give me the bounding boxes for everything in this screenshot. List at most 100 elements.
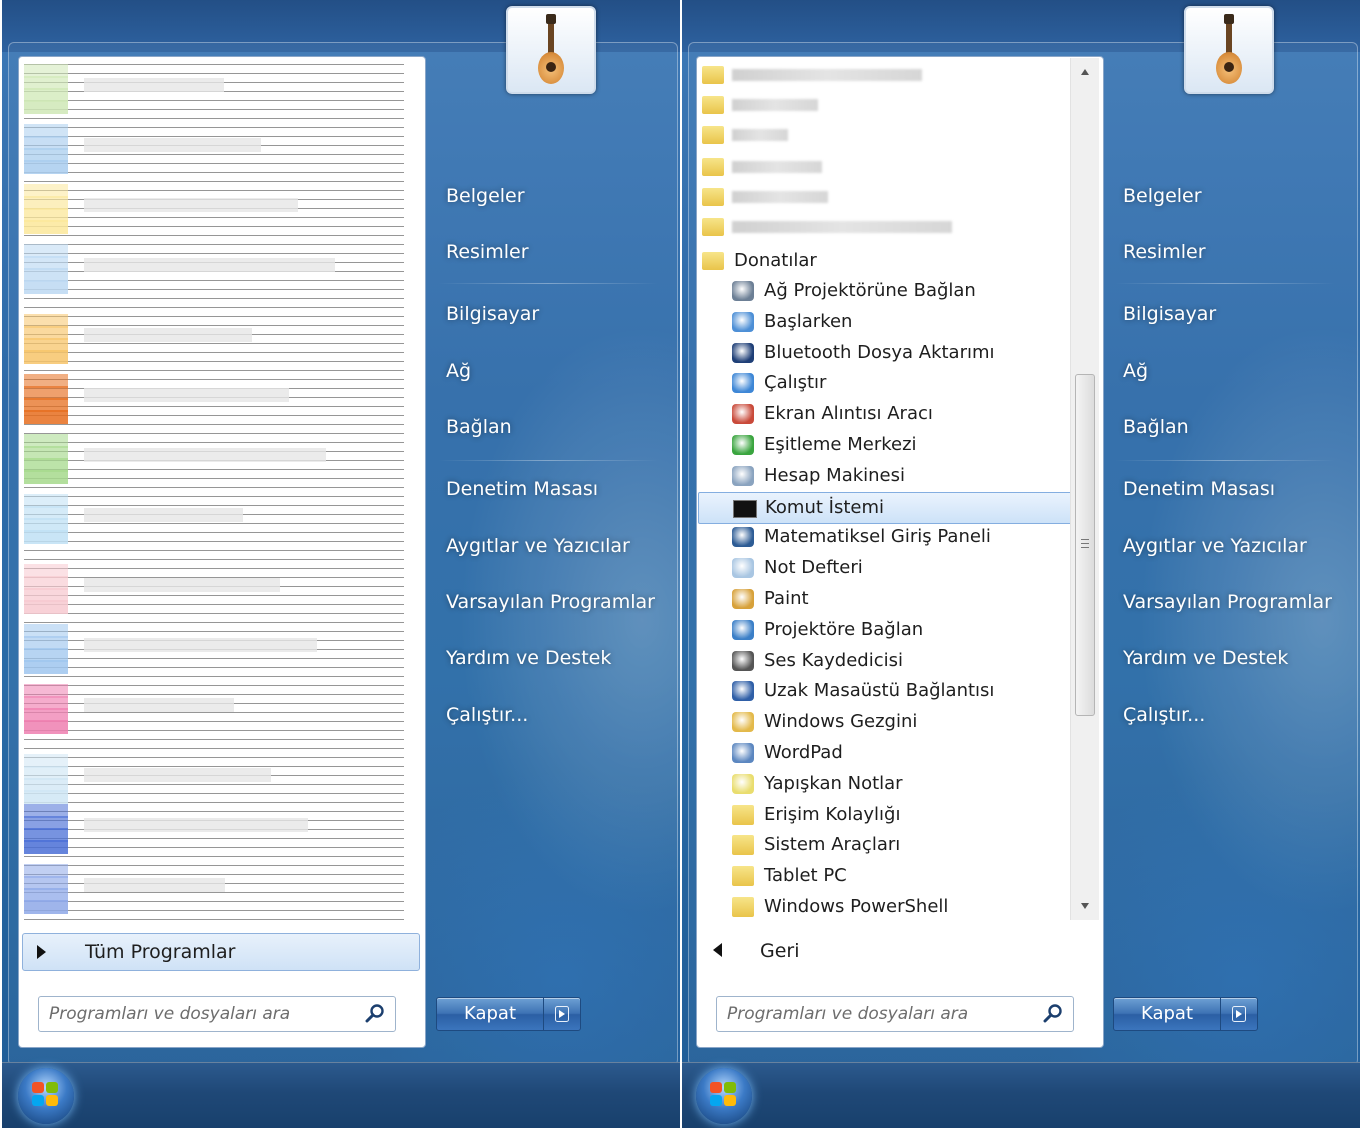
start-link[interactable]: Aygıtlar ve Yazıcılar	[1123, 535, 1307, 557]
program-item[interactable]: Ağ Projektörüne Bağlan	[698, 276, 1070, 306]
program-label: Windows PowerShell	[764, 896, 949, 917]
run-icon	[732, 373, 754, 394]
folder-icon	[702, 218, 724, 236]
all-programs-button[interactable]: Tüm Programlar	[22, 933, 420, 971]
program-item[interactable]: Projektöre Bağlan	[698, 615, 1070, 645]
search-box[interactable]	[38, 996, 396, 1032]
start-button[interactable]	[18, 1068, 74, 1124]
shutdown-options-button[interactable]	[1220, 997, 1258, 1031]
folder-icon	[732, 866, 754, 887]
search-icon[interactable]	[365, 1003, 385, 1023]
program-label: Uzak Masaüstü Bağlantısı	[764, 680, 995, 702]
calculator-icon	[732, 465, 754, 486]
program-label: Çalıştır	[764, 372, 827, 394]
program-item[interactable]: Uzak Masaüstü Bağlantısı	[698, 676, 1070, 706]
arrow-right-icon	[555, 1006, 569, 1022]
search-icon[interactable]	[1043, 1003, 1063, 1023]
start-link[interactable]: Resimler	[1123, 241, 1206, 263]
separator	[438, 460, 658, 461]
program-item[interactable]: Hesap Makinesi	[698, 461, 1070, 491]
scroll-thumb[interactable]	[1075, 374, 1095, 716]
program-item[interactable]: Not Defteri	[698, 553, 1070, 583]
start-link[interactable]: Belgeler	[446, 185, 525, 207]
program-label: Komut İstemi	[765, 496, 884, 518]
search-input[interactable]	[47, 1001, 351, 1027]
shutdown-button[interactable]: Kapat	[1113, 997, 1221, 1031]
arrow-right-icon	[37, 945, 46, 959]
program-item[interactable]: Matematiksel Giriş Paneli	[698, 522, 1070, 552]
start-link[interactable]: Varsayılan Programlar	[1123, 591, 1332, 613]
paint-icon	[732, 589, 754, 609]
program-item[interactable]: Ekran Alıntısı Aracı	[698, 399, 1070, 429]
command-prompt-icon	[733, 499, 757, 518]
program-label: Yapışkan Notlar	[764, 772, 903, 794]
start-link[interactable]: Resimler	[446, 241, 529, 263]
program-item[interactable]: Sistem Araçları	[698, 830, 1070, 860]
program-label: Hesap Makinesi	[764, 464, 906, 486]
start-link[interactable]: Denetim Masası	[446, 478, 598, 500]
program-item[interactable]: Erişim Kolaylığı	[698, 800, 1070, 830]
back-label: Geri	[760, 940, 800, 962]
start-link[interactable]: Varsayılan Programlar	[446, 591, 655, 613]
program-label: Ses Kaydedicisi	[764, 649, 903, 671]
program-item[interactable]: Paint	[698, 584, 1070, 614]
projector-icon	[732, 619, 754, 640]
search-input[interactable]	[725, 1001, 1029, 1027]
program-item[interactable]: Komut İstemi	[698, 491, 1070, 524]
program-item[interactable]: WordPad	[698, 738, 1070, 768]
scroll-down-icon[interactable]	[1080, 902, 1090, 910]
sticky-notes-icon	[732, 773, 754, 794]
program-item[interactable]: Eşitleme Merkezi	[698, 430, 1070, 460]
folder-icon	[702, 96, 724, 114]
start-link[interactable]: Çalıştır...	[1123, 704, 1205, 726]
program-item[interactable]: Ses Kaydedicisi	[698, 646, 1070, 676]
start-link[interactable]: Ağ	[1123, 360, 1148, 382]
program-item[interactable]: Bluetooth Dosya Aktarımı	[698, 338, 1070, 368]
start-link[interactable]: Çalıştır...	[446, 704, 528, 726]
program-label: Not Defteri	[764, 557, 863, 579]
start-link[interactable]: Bilgisayar	[446, 303, 539, 325]
program-item[interactable]: Windows PowerShell	[698, 892, 1070, 920]
folder-donatilar[interactable]: Donatılar	[698, 246, 1070, 276]
start-link[interactable]: Bağlan	[1123, 416, 1189, 438]
shutdown-options-button[interactable]	[543, 997, 581, 1031]
getting-started-icon	[732, 311, 754, 332]
taskbar	[2, 1062, 680, 1128]
windows-logo-icon	[32, 1082, 60, 1108]
program-label: Ağ Projektörüne Bağlan	[764, 280, 976, 301]
program-label: Ekran Alıntısı Aracı	[764, 403, 933, 425]
start-button[interactable]	[696, 1068, 752, 1124]
start-link[interactable]: Bağlan	[446, 416, 512, 438]
taskbar	[682, 1062, 1360, 1128]
notepad-icon	[732, 558, 754, 579]
scrollbar[interactable]	[1070, 58, 1099, 920]
program-item[interactable]: Tablet PC	[698, 861, 1070, 891]
start-link[interactable]: Bilgisayar	[1123, 303, 1216, 325]
explorer-icon	[732, 712, 754, 733]
blurred-program-list	[24, 64, 404, 922]
start-link[interactable]: Yardım ve Destek	[446, 647, 611, 669]
program-label: WordPad	[764, 742, 843, 763]
start-link[interactable]: Denetim Masası	[1123, 478, 1275, 500]
program-item[interactable]: Windows Gezgini	[698, 707, 1070, 737]
start-link[interactable]: Belgeler	[1123, 185, 1202, 207]
program-item[interactable]: Başlarken	[698, 307, 1070, 337]
sync-center-icon	[732, 435, 754, 455]
program-label: Matematiksel Giriş Paneli	[764, 526, 991, 548]
program-item[interactable]: Çalıştır	[698, 368, 1070, 398]
program-item[interactable]: Yapışkan Notlar	[698, 769, 1070, 799]
shutdown-button[interactable]: Kapat	[436, 997, 544, 1031]
folder-icon	[702, 158, 724, 176]
start-link[interactable]: Ağ	[446, 360, 471, 382]
math-input-icon	[732, 527, 754, 548]
user-avatar[interactable]	[506, 6, 596, 94]
folder-icon	[702, 252, 724, 270]
user-avatar[interactable]	[1184, 6, 1274, 94]
back-button[interactable]: Geri	[704, 934, 1074, 970]
program-label: Erişim Kolaylığı	[764, 803, 901, 825]
scroll-up-icon[interactable]	[1080, 68, 1090, 76]
start-link[interactable]: Yardım ve Destek	[1123, 647, 1288, 669]
start-link[interactable]: Aygıtlar ve Yazıcılar	[446, 535, 630, 557]
search-box[interactable]	[716, 996, 1074, 1032]
program-label: Paint	[764, 588, 809, 609]
